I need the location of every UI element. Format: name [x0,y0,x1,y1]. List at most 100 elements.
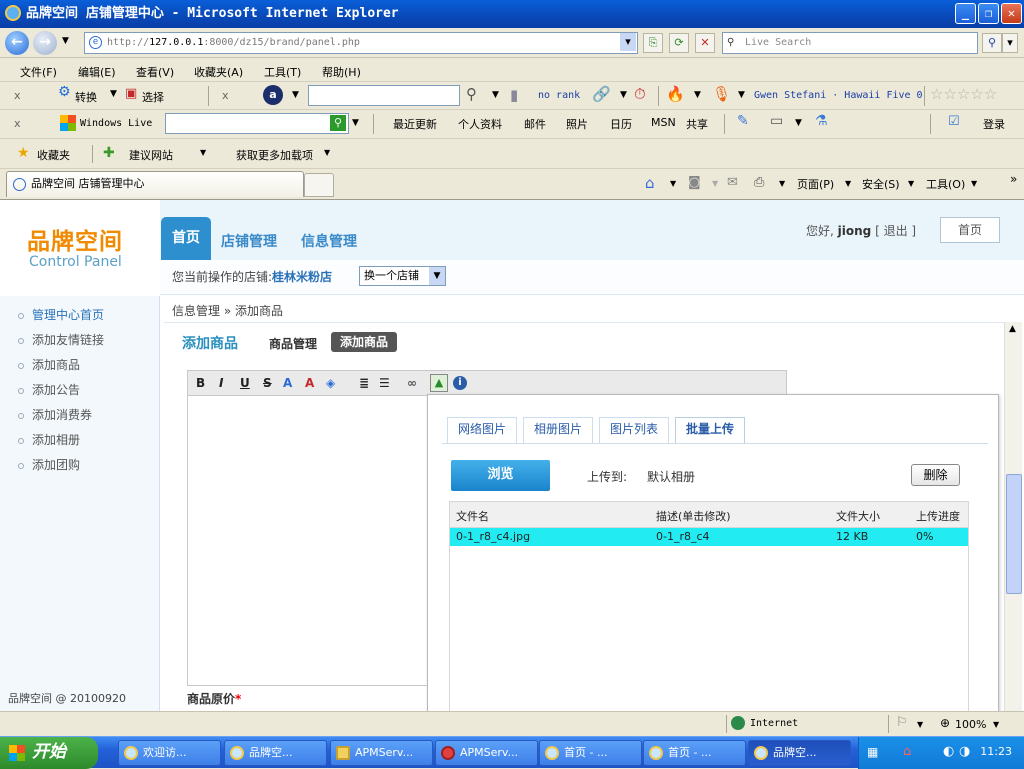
link-icon[interactable]: ∞ [407,376,417,390]
browser-tab-current[interactable]: 品牌空间 店铺管理中心 [6,171,304,197]
window-dropdown-icon[interactable]: ▼ [795,118,802,128]
close-button[interactable]: ✕ [1001,3,1022,24]
home-icon[interactable]: ⌂ [645,174,655,192]
menu-help[interactable]: 帮助(H) [322,64,361,80]
live-link-mail[interactable]: 邮件 [524,116,546,132]
sidebar-item-add-coupon[interactable]: 添加消费券 [18,406,92,423]
delete-button[interactable]: 删除 [911,464,960,486]
logout-link[interactable]: [ 退出 ] [875,224,916,238]
nav-tab-info[interactable]: 信息管理 [301,231,357,251]
zoom-level[interactable]: 100% [955,718,986,731]
home-button[interactable]: 首页 [940,217,1000,243]
fire-dropdown-icon[interactable]: ▼ [694,90,701,100]
stopwatch-icon[interactable]: ⏱ [634,85,646,103]
live-search-go-icon[interactable]: ⚲ [330,115,346,131]
tab-web-image[interactable]: 网络图片 [447,417,518,443]
rating-stars-icon[interactable]: ☆☆☆☆☆ [930,85,997,103]
taskbar-item-welcome[interactable]: 欢迎访... [118,740,221,766]
page-menu-dropdown-icon[interactable]: ▼ [845,179,851,188]
close-alexa-icon[interactable]: x [222,89,229,102]
page-menu[interactable]: 页面(P) [797,176,834,192]
alexa-dropdown-icon[interactable]: ▼ [292,90,299,100]
alexa-icon[interactable]: a [263,85,283,105]
underline-button[interactable]: U [240,376,250,390]
window-icon[interactable]: ▭ [770,113,783,129]
more-addons-link[interactable]: 获取更多加载项 [236,147,313,163]
news-dropdown-icon[interactable]: ▼ [738,90,745,100]
window-title-bar[interactable]: 品牌空间 店铺管理中心 - Microsoft Internet Explore… [0,0,1024,28]
alexa-search-icon[interactable]: ⚲ [466,85,477,103]
editor-content-area[interactable] [187,396,429,686]
login-link[interactable]: 登录 [983,116,1005,132]
shop-select[interactable]: 换一个店铺 ▼ [359,266,446,286]
taskbar-item-home-1[interactable]: 首页 - ... [539,740,642,766]
print-dropdown-icon[interactable]: ▼ [779,179,785,188]
sidebar-item-add-product[interactable]: 添加商品 [18,356,80,373]
favorites-button[interactable]: 收藏夹 [37,147,70,163]
tab-image-list[interactable]: 图片列表 [599,417,670,443]
protected-mode-dropdown-icon[interactable]: ▼ [917,720,923,729]
address-dropdown-button[interactable]: ▾ [620,33,636,51]
scrollbar-thumb[interactable] [1006,474,1022,594]
convert-button[interactable]: 转换 [75,89,97,105]
image-icon[interactable]: ▲ [430,374,448,392]
content-scrollbar[interactable]: ▲ [1004,322,1022,711]
apmserv-tray-icon[interactable]: ⌂ [903,744,911,759]
sidebar-item-add-link[interactable]: 添加友情链接 [18,331,104,348]
home-dropdown-icon[interactable]: ▼ [670,179,676,188]
suggested-sites-dropdown-icon[interactable]: ▼ [200,148,206,157]
mic-icon[interactable]: 🎙 [712,85,731,103]
live-link-updates[interactable]: 最近更新 [393,116,437,132]
search-input[interactable]: ⚲ Live Search [722,32,978,54]
tools-menu[interactable]: 工具(O) [926,176,965,192]
safety-menu-dropdown-icon[interactable]: ▼ [908,179,914,188]
sidebar-item-add-notice[interactable]: 添加公告 [18,381,80,398]
browse-button[interactable]: 浏览 [451,460,550,491]
maximize-button[interactable]: ❐ [978,3,999,24]
tab-batch-upload[interactable]: 批量上传 [675,417,746,444]
stop-icon[interactable]: ✕ [695,33,715,53]
safety-menu[interactable]: 安全(S) [862,176,900,192]
tab-product-manage[interactable]: 商品管理 [269,335,317,352]
minimize-button[interactable]: _ [955,3,976,24]
suggested-sites-link[interactable]: 建议网站 [129,147,173,163]
network-icon[interactable]: ◐ [943,744,954,759]
alexa-search-input[interactable] [308,85,460,106]
protected-mode-icon[interactable]: ⚐ [896,715,908,730]
menu-tools[interactable]: 工具(T) [264,64,301,80]
close-toolbar-icon[interactable]: x [14,89,21,102]
sidebar-item-add-groupbuy[interactable]: 添加团购 [18,456,80,473]
live-link-profile[interactable]: 个人资料 [458,116,502,132]
site-logo[interactable]: 品牌空间 [27,222,123,256]
compat-view-icon[interactable]: ⎘ [643,33,663,53]
convert-dropdown-icon[interactable]: ▼ [110,89,117,99]
close-live-toolbar-icon[interactable]: x [14,117,21,130]
bg-color-icon[interactable]: ◈ [326,376,335,390]
feeds-icon[interactable]: ◙ [688,175,701,190]
new-tab-button[interactable] [304,173,334,197]
mail-icon[interactable]: ✉ [727,175,738,190]
live-link-calendar[interactable]: 日历 [610,116,632,132]
history-dropdown-icon[interactable]: ▼ [62,36,69,46]
info-icon[interactable]: i [453,376,467,390]
menu-favorites[interactable]: 收藏夹(A) [194,64,243,80]
search-options-button[interactable]: ▾ [1002,33,1018,53]
zoom-dropdown-icon[interactable]: ▼ [993,720,999,729]
taskbar-item-brand-2[interactable]: 品牌空... [748,740,851,766]
italic-button[interactable]: I [219,376,223,390]
windows-live-label[interactable]: Windows Live [80,118,152,129]
print-icon[interactable]: ⎙ [754,175,764,190]
add-favorite-icon[interactable]: ✚ [103,145,115,161]
taskbar-item-apmserv[interactable]: APMServ... [435,740,538,766]
tools-menu-dropdown-icon[interactable]: ▼ [971,179,977,188]
table-row[interactable]: 0-1_r8_c4.jpg 0-1_r8_c4 12 KB 0% [450,528,968,546]
news-ticker[interactable]: Gwen Stefani · Hawaii Five 0 [754,90,923,101]
row-description[interactable]: 0-1_r8_c4 [656,530,710,543]
blog-icon[interactable]: ✎ [737,113,749,129]
link-icon[interactable]: 🔗 [592,85,611,103]
strike-button[interactable]: S [263,376,272,390]
address-input[interactable]: e http://127.0.0.1:8000/dz15/brand/panel… [84,32,638,54]
live-search-input[interactable] [165,113,349,134]
nav-tab-home[interactable]: 首页 [161,217,211,260]
fire-icon[interactable]: 🔥 [666,85,685,103]
